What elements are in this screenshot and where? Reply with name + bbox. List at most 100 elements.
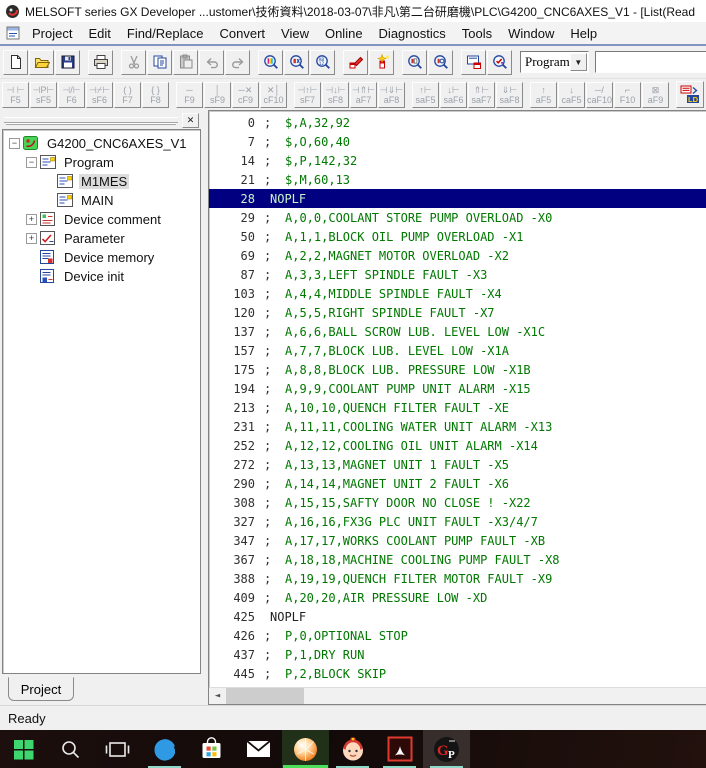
list-row-step-409[interactable]: 409;A,20,20,AIR PRESSURE LOW -XD	[209, 588, 706, 607]
ladder-symbol-f10-button[interactable]: ⌐F10	[614, 82, 641, 108]
find-circuit-button[interactable]	[487, 50, 512, 75]
expand-icon[interactable]: +	[26, 233, 37, 244]
list-row-step-290[interactable]: 290;A,14,14,MAGNET UNIT 2 FAULT -X6	[209, 474, 706, 493]
ladder-symbol-sf5-button[interactable]: ⊣P⊢sF5	[30, 82, 57, 108]
find-instruction-button[interactable]	[284, 50, 309, 75]
tree-item-m1mes[interactable]: M1MES	[3, 172, 200, 191]
menu-diagnostics[interactable]: Diagnostics	[371, 24, 454, 43]
list-row-step-14[interactable]: 14;$,P,142,32	[209, 151, 706, 170]
avatar-app[interactable]	[329, 730, 376, 768]
ladder-symbol-sf8-button[interactable]: ⊣↓⊢sF8	[322, 82, 349, 108]
ladder-symbol-saf7-button[interactable]: ⇑⊢saF7	[468, 82, 495, 108]
ladder-symbol-af5-button[interactable]: ↑aF5	[530, 82, 557, 108]
list-row-step-367[interactable]: 367;A,18,18,MACHINE COOLING PUMP FAULT -…	[209, 550, 706, 569]
task-view-button[interactable]	[94, 730, 141, 768]
list-row-step-213[interactable]: 213;A,10,10,QUENCH FILTER FAULT -XE	[209, 398, 706, 417]
tree-item-main[interactable]: MAIN	[3, 191, 200, 210]
new-button[interactable]	[3, 50, 28, 75]
program-mode-select[interactable]: Program ▼	[520, 51, 589, 73]
find-string-button[interactable]: AB12	[310, 50, 335, 75]
ladder-symbol-sf9-button[interactable]: │sF9	[204, 82, 231, 108]
list-row-step-347[interactable]: 347;A,17,17,WORKS COOLANT PUMP FAULT -XB	[209, 531, 706, 550]
list-row-step-7[interactable]: 7;$,O,60,40	[209, 132, 706, 151]
panel-grip[interactable]: ✕	[2, 111, 201, 129]
ladder-symbol-f5-button[interactable]: ⊣ ⊢F5	[2, 82, 29, 108]
scroll-left-button[interactable]: ◄	[209, 688, 226, 704]
ladder-symbol-saf6-button[interactable]: ↓⊢saF6	[440, 82, 467, 108]
menu-view[interactable]: View	[273, 24, 317, 43]
ladder-symbol-caf10-button[interactable]: ─/caF10	[586, 82, 613, 108]
ladder-symbol-af9-button[interactable]: ⊠aF9	[642, 82, 669, 108]
redo-button[interactable]	[225, 50, 250, 75]
ladder-symbol-saf8-button[interactable]: ⇓⊢saF8	[496, 82, 523, 108]
edge-app[interactable]	[141, 730, 188, 768]
menu-find-replace[interactable]: Find/Replace	[119, 24, 212, 43]
search-button[interactable]	[47, 730, 94, 768]
find-coil-button[interactable]	[428, 50, 453, 75]
collapse-icon[interactable]: −	[9, 138, 20, 149]
ladder-symbol-f9-button[interactable]: ─F9	[176, 82, 203, 108]
menu-convert[interactable]: Convert	[211, 24, 273, 43]
ladder-symbol-af8-button[interactable]: ⊣⇓⊢aF8	[378, 82, 405, 108]
menu-window[interactable]: Window	[500, 24, 562, 43]
tree-item-program[interactable]: −Program	[3, 153, 200, 172]
collapse-icon[interactable]: −	[26, 157, 37, 168]
save-button[interactable]	[55, 50, 80, 75]
find-input[interactable]	[595, 51, 706, 73]
cut-button[interactable]	[121, 50, 146, 75]
list-row-step-29[interactable]: 29;A,0,0,COOLANT STORE PUMP OVERLOAD -X0	[209, 208, 706, 227]
menu-project[interactable]: Project	[24, 24, 80, 43]
list-row-step-231[interactable]: 231;A,11,11,COOLING WATER UNIT ALARM -X1…	[209, 417, 706, 436]
orange-ball-app[interactable]	[282, 730, 329, 768]
mail-app[interactable]	[235, 730, 282, 768]
combo-dropdown-arrow-icon[interactable]: ▼	[570, 53, 587, 71]
menu-edit[interactable]: Edit	[80, 24, 118, 43]
project-tab[interactable]: Project	[8, 677, 74, 701]
ladder-symbol-caf5-button[interactable]: ↓caF5	[558, 82, 585, 108]
scrollbar-thumb[interactable]	[226, 688, 304, 704]
list-row-step-50[interactable]: 50;A,1,1,BLOCK OIL PUMP OVERLOAD -X1	[209, 227, 706, 246]
start-button[interactable]	[0, 730, 47, 768]
list-row-step-425[interactable]: 425NOPLF	[209, 607, 706, 626]
list-row-step-272[interactable]: 272;A,13,13,MAGNET UNIT 1 FAULT -X5	[209, 455, 706, 474]
window-switch-button[interactable]	[461, 50, 486, 75]
ladder-symbol-f7-button[interactable]: ( )F7	[114, 82, 141, 108]
ladder-symbol-cf10-button[interactable]: ✕│cF10	[260, 82, 287, 108]
list-row-step-157[interactable]: 157;A,7,7,BLOCK LUB. LEVEL LOW -X1A	[209, 341, 706, 360]
list-row-step-103[interactable]: 103;A,4,4,MIDDLE SPINDLE FAULT -X4	[209, 284, 706, 303]
list-row-step-388[interactable]: 388;A,19,19,QUENCH FILTER MOTOR FAULT -X…	[209, 569, 706, 588]
tree-item-parameter[interactable]: +Parameter	[3, 229, 200, 248]
list-row-step-175[interactable]: 175;A,8,8,BLOCK LUB. PRESSURE LOW -X1B	[209, 360, 706, 379]
instruction-list[interactable]: 0;$,A,32,927;$,O,60,4014;$,P,142,3221;$,…	[208, 110, 706, 705]
paste-button[interactable]	[173, 50, 198, 75]
ladder-symbol-sf6-button[interactable]: ⊣⌿⊢sF6	[86, 82, 113, 108]
gx-developer-app[interactable]: GP	[423, 730, 470, 768]
store-app[interactable]	[188, 730, 235, 768]
ladder-symbol-sf7-button[interactable]: ⊣↑⊢sF7	[294, 82, 321, 108]
list-row-step-137[interactable]: 137;A,6,6,BALL SCROW LUB. LEVEL LOW -X1C	[209, 322, 706, 341]
ladder-mode-toggle-button[interactable]: LD	[676, 81, 704, 108]
list-row-step-87[interactable]: 87;A,3,3,LEFT SPINDLE FAULT -X3	[209, 265, 706, 284]
find-contact-button[interactable]	[402, 50, 427, 75]
ladder-symbol-saf5-button[interactable]: ↑⊢saF5	[412, 82, 439, 108]
menu-tools[interactable]: Tools	[454, 24, 500, 43]
child-window-icon[interactable]	[6, 26, 20, 40]
undo-button[interactable]	[199, 50, 224, 75]
list-row-step-0[interactable]: 0;$,A,32,92	[209, 113, 706, 132]
ladder-symbol-af7-button[interactable]: ⊣⇑⊢aF7	[350, 82, 377, 108]
tree-item-device-comment[interactable]: +Device comment	[3, 210, 200, 229]
ladder-symbol-cf9-button[interactable]: ─✕cF9	[232, 82, 259, 108]
list-row-step-437[interactable]: 437;P,1,DRY RUN	[209, 645, 706, 664]
open-button[interactable]	[29, 50, 54, 75]
device-batch-button[interactable]	[369, 50, 394, 75]
list-row-step-194[interactable]: 194;A,9,9,COOLANT PUMP UNIT ALARM -X15	[209, 379, 706, 398]
list-row-step-426[interactable]: 426;P,0,OPTIONAL STOP	[209, 626, 706, 645]
acrobat-app[interactable]	[376, 730, 423, 768]
expand-icon[interactable]: +	[26, 214, 37, 225]
find-device-button[interactable]	[258, 50, 283, 75]
print-button[interactable]	[88, 50, 113, 75]
tree-item-device-memory[interactable]: Device memory	[3, 248, 200, 267]
list-row-step-445[interactable]: 445;P,2,BLOCK SKIP	[209, 664, 706, 683]
list-row-step-308[interactable]: 308;A,15,15,SAFTY DOOR NO CLOSE ! -X22	[209, 493, 706, 512]
copy-button[interactable]	[147, 50, 172, 75]
